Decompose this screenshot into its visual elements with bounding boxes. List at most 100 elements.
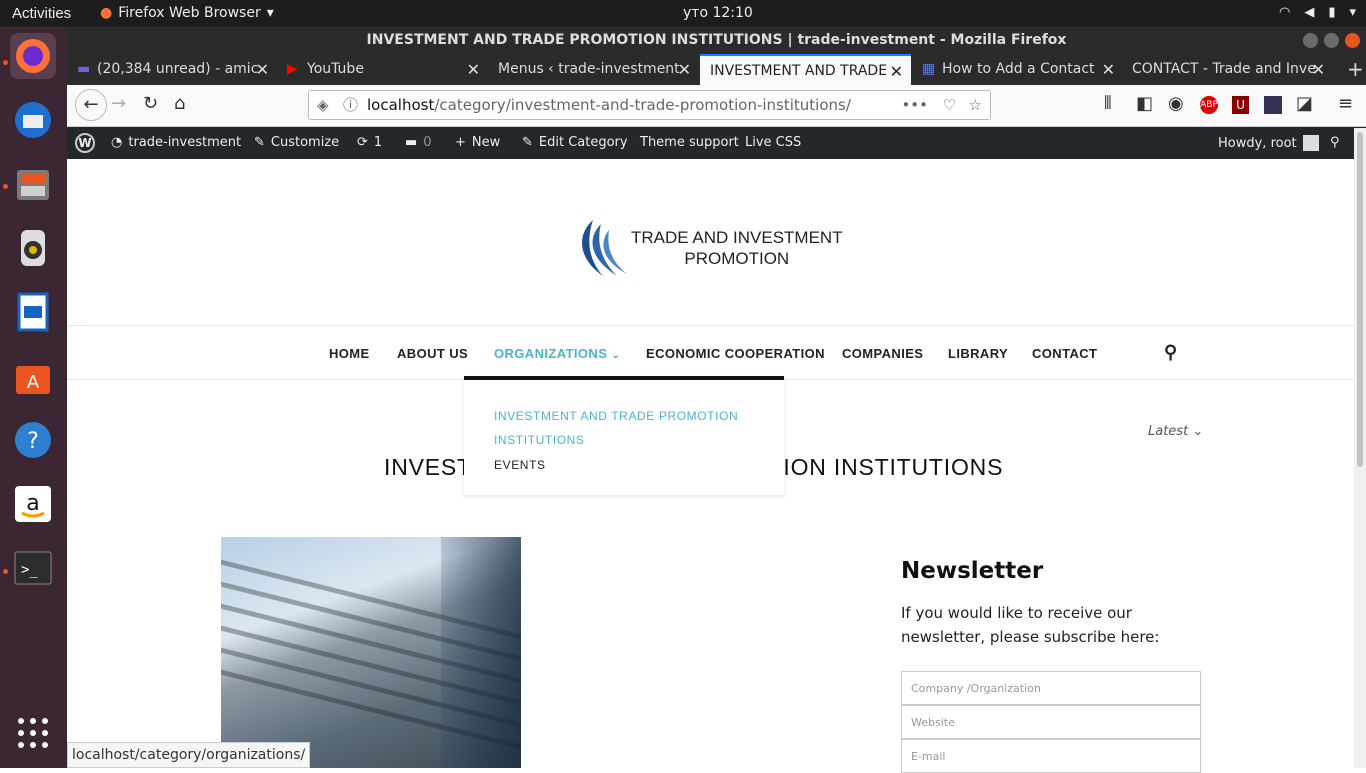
maximize-button[interactable]: [1324, 33, 1339, 48]
tab-investment-active[interactable]: INVESTMENT AND TRADE ✕: [700, 54, 911, 85]
tab-menus[interactable]: Menus ‹ trade-investment ✕: [488, 54, 699, 85]
wp-updates-link[interactable]: ⟳ 1: [357, 135, 382, 150]
submenu-item-events[interactable]: EVENTS: [494, 458, 546, 472]
close-tab-icon[interactable]: ✕: [1312, 54, 1325, 85]
wp-comments-link[interactable]: ▬ 0: [405, 135, 432, 150]
forward-arrow-icon[interactable]: →: [111, 93, 126, 114]
search-icon[interactable]: ⚲: [1164, 342, 1178, 363]
tab-strip: ▬ (20,384 unread) - amic ✕ ▶ YouTube ✕ Men…: [67, 54, 1366, 85]
wp-customize-link[interactable]: ✎ Customize: [254, 135, 339, 150]
minimize-button[interactable]: [1303, 33, 1318, 48]
tab-mail[interactable]: ▬ (20,384 unread) - amic ✕: [67, 54, 277, 85]
newsletter-heading: Newsletter: [901, 558, 1044, 584]
page-scrollbar[interactable]: [1354, 128, 1366, 768]
pocket-icon[interactable]: ♡: [943, 91, 956, 119]
close-tab-icon[interactable]: ✕: [890, 56, 903, 85]
menu-item-companies[interactable]: COMPANIES: [842, 346, 923, 361]
close-tab-icon[interactable]: ✕: [1102, 54, 1115, 85]
wp-search-icon[interactable]: ⚲: [1330, 135, 1340, 150]
svg-text:A: A: [27, 372, 40, 393]
close-tab-icon[interactable]: ✕: [678, 54, 691, 85]
chevron-down-icon: ▾: [1349, 5, 1356, 20]
firefox-launcher[interactable]: [10, 33, 56, 79]
hamburger-menu-icon[interactable]: ≡: [1338, 93, 1353, 114]
writer-launcher[interactable]: [10, 289, 56, 335]
close-tab-icon[interactable]: ✕: [256, 54, 269, 85]
window-titlebar[interactable]: INVESTMENT AND TRADE PROMOTION INSTITUTI…: [67, 27, 1366, 54]
wp-updates-count: 1: [373, 135, 383, 150]
close-tab-icon[interactable]: ✕: [467, 54, 480, 85]
menu-item-organizations[interactable]: ORGANIZATIONS ⌄: [494, 346, 620, 361]
show-apps-button[interactable]: [10, 710, 56, 756]
activities-button[interactable]: Activities: [12, 5, 71, 22]
newsletter-widget: Newsletter If you would like to receive …: [901, 558, 1201, 773]
tab-youtube[interactable]: ▶ YouTube ✕: [277, 54, 488, 85]
submenu-item-investment-trade[interactable]: INVESTMENT AND TRADE PROMOTION INSTITUTI…: [494, 404, 754, 452]
system-tray[interactable]: ◠ ◀ ▮ ▾: [1279, 5, 1356, 20]
clock[interactable]: уто 12:10: [683, 5, 753, 21]
menu-item-contact[interactable]: CONTACT: [1032, 346, 1097, 361]
wp-comments-count: 0: [423, 135, 432, 150]
wp-theme-support-link[interactable]: Theme support: [640, 135, 739, 150]
navigation-toolbar: ← → ↻ ⌂ ◈ ⓘ localhost/category/investmen…: [67, 85, 1366, 127]
tab-label: INVESTMENT AND TRADE: [710, 63, 888, 79]
reload-icon[interactable]: ↻: [143, 93, 158, 114]
wp-edit-category-link[interactable]: ✎ Edit Category: [522, 135, 628, 150]
url-bar[interactable]: ◈ ⓘ localhost/category/investment-and-tr…: [308, 90, 991, 120]
new-tab-button[interactable]: +: [1337, 54, 1366, 85]
tab-label: How to Add a Contact: [942, 61, 1095, 77]
app-menu[interactable]: ● Firefox Web Browser ▾: [100, 5, 274, 21]
grid-icon: ▦: [922, 61, 936, 77]
wp-account-menu[interactable]: Howdy, root: [1218, 135, 1319, 151]
thunderbird-launcher[interactable]: [10, 97, 56, 143]
system-top-bar: Activities ● Firefox Web Browser ▾ уто 1…: [0, 0, 1366, 27]
home-icon[interactable]: ⌂: [174, 93, 185, 114]
help-launcher[interactable]: ?: [10, 417, 56, 463]
website-field[interactable]: Website: [901, 705, 1201, 739]
ublock-icon[interactable]: U: [1232, 96, 1249, 114]
terminal-launcher[interactable]: >_: [10, 545, 56, 591]
wp-new-link[interactable]: + New: [455, 135, 500, 150]
wp-live-css-link[interactable]: Live CSS: [745, 135, 801, 150]
wp-site-link[interactable]: ◔ trade-investment: [111, 135, 241, 150]
sidebar-icon[interactable]: ◧: [1136, 93, 1153, 114]
scrollbar-thumb[interactable]: [1357, 132, 1363, 467]
main-menu: HOME ABOUT US ORGANIZATIONS ⌄ ECONOMIC C…: [67, 325, 1354, 380]
amazon-launcher[interactable]: a: [10, 481, 56, 527]
library-icon[interactable]: ⫴: [1104, 93, 1112, 114]
page-actions-icon[interactable]: •••: [901, 91, 928, 119]
url-host: localhost: [367, 96, 435, 114]
software-launcher[interactable]: A: [10, 353, 56, 399]
brush-icon: ✎: [254, 135, 265, 150]
post-thumbnail[interactable]: [221, 537, 521, 768]
adblock-icon[interactable]: ABP: [1200, 96, 1218, 114]
sort-dropdown[interactable]: Latest ⌄: [1148, 424, 1203, 439]
tab-label: CONTACT - Trade and Inve: [1132, 61, 1316, 77]
sort-label: Latest: [1148, 424, 1189, 439]
tab-how-to[interactable]: ▦ How to Add a Contact ✕: [912, 54, 1123, 85]
tab-label: (20,384 unread) - amic: [97, 61, 259, 77]
menu-item-library[interactable]: LIBRARY: [948, 346, 1008, 361]
site-logo[interactable]: TRADE AND INVESTMENT PROMOTION: [573, 218, 843, 278]
wifi-icon: ◠: [1278, 5, 1291, 20]
bookmark-star-icon[interactable]: ☆: [969, 91, 982, 119]
menu-item-about[interactable]: ABOUT US: [397, 346, 468, 361]
comment-icon: ▬: [405, 135, 418, 150]
company-field[interactable]: Company /Organization: [901, 671, 1201, 705]
extension-icon[interactable]: ◪: [1296, 93, 1313, 114]
wordpress-icon[interactable]: W: [75, 133, 95, 153]
account-icon[interactable]: ◉: [1168, 93, 1184, 114]
rhythmbox-launcher[interactable]: [10, 225, 56, 271]
battery-icon: ▮: [1328, 5, 1336, 20]
extension-icon[interactable]: [1264, 96, 1282, 114]
menu-item-home[interactable]: HOME: [329, 346, 370, 361]
tab-contact[interactable]: CONTACT - Trade and Inve ✕: [1122, 54, 1333, 85]
files-launcher[interactable]: [10, 161, 56, 207]
close-window-button[interactable]: [1345, 33, 1360, 48]
updates-icon: ⟳: [357, 135, 368, 150]
logo-text: TRADE AND INVESTMENT PROMOTION: [631, 227, 843, 269]
back-arrow-icon[interactable]: ←: [75, 89, 107, 121]
menu-item-economic-cooperation[interactable]: ECONOMIC COOPERATION: [646, 346, 825, 361]
window-title: INVESTMENT AND TRADE PROMOTION INSTITUTI…: [366, 32, 1067, 48]
youtube-icon: ▶: [287, 61, 298, 77]
